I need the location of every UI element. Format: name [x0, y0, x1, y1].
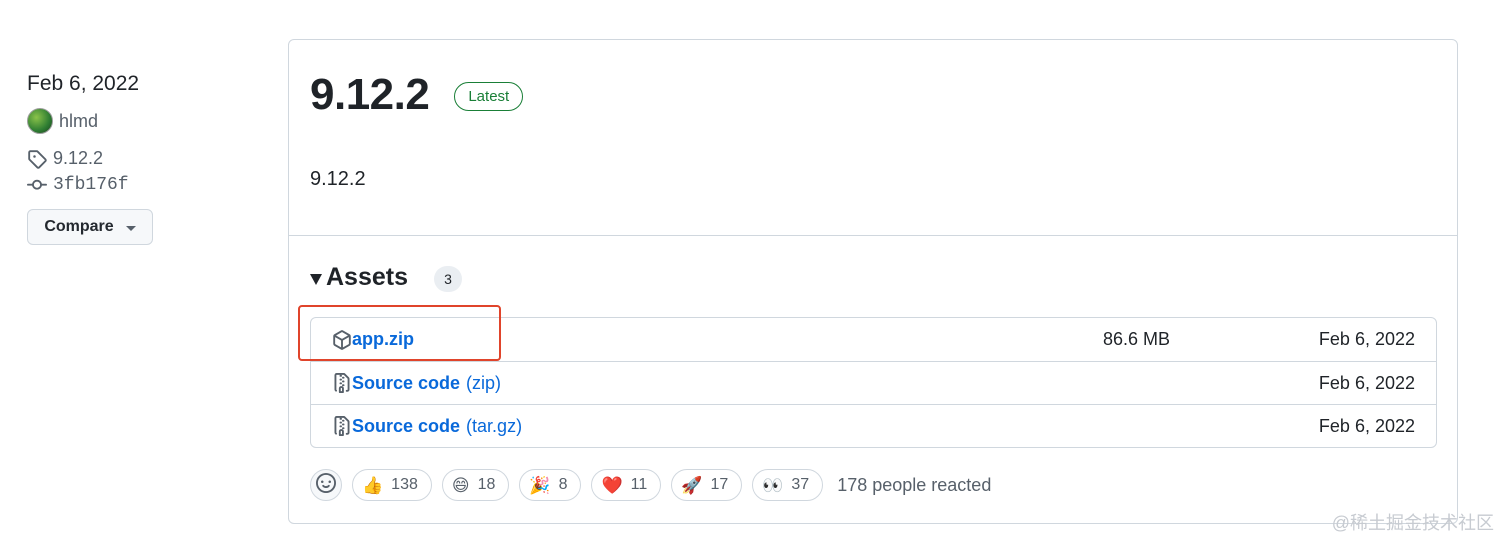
asset-row[interactable]: Source code (zip) Feb 6, 2022 [311, 361, 1436, 404]
asset-name[interactable]: Source code (zip) [332, 373, 501, 394]
tag-row[interactable]: 9.12.2 [27, 148, 257, 169]
reaction-rocket[interactable]: 🚀 17 [671, 469, 743, 501]
assets-list: app.zip 86.6 MB Feb 6, 2022 Source code … [310, 317, 1437, 448]
latest-badge: Latest [454, 82, 524, 111]
commit-row[interactable]: 3fb176f [27, 175, 257, 195]
release-title[interactable]: 9.12.2 [310, 70, 430, 120]
assets-count-badge: 3 [434, 266, 462, 292]
reaction-count: 138 [391, 476, 418, 493]
watermark: @稀土掘金技术社区 [1331, 513, 1494, 533]
author-name[interactable]: hlmd [59, 111, 98, 132]
assets-title: Assets [326, 262, 408, 291]
asset-link[interactable]: app.zip [352, 329, 414, 350]
release-header: 9.12.2 Latest 9.12.2 [289, 40, 1457, 236]
reaction-thumbs-up[interactable]: 👍 138 [352, 469, 432, 501]
tag-name[interactable]: 9.12.2 [53, 148, 103, 169]
asset-date: Feb 6, 2022 [1318, 372, 1415, 393]
asset-name[interactable]: Source code (tar.gz) [332, 416, 522, 437]
reaction-heart[interactable]: ❤️ 11 [591, 469, 662, 501]
avatar[interactable] [27, 108, 53, 134]
asset-date: Feb 6, 2022 [1318, 415, 1415, 436]
asset-format[interactable]: (tar.gz) [466, 416, 522, 437]
thumbs-up-icon: 👍 [362, 475, 384, 495]
commit-sha[interactable]: 3fb176f [53, 175, 129, 195]
laugh-icon: 😄 [451, 475, 470, 495]
eyes-icon: 👀 [762, 475, 784, 495]
release-meta: Feb 6, 2022 hlmd 9.12.2 3fb176f Compare [27, 70, 257, 245]
compare-label: Compare [44, 218, 114, 235]
release-card: 9.12.2 Latest 9.12.2 Assets 3 app.zip 86… [288, 39, 1458, 524]
tag-icon [27, 149, 47, 169]
party-popper-icon: 🎉 [529, 475, 551, 495]
rocket-icon: 🚀 [681, 475, 703, 495]
assets-toggle[interactable]: Assets 3 [310, 262, 462, 292]
reaction-laugh[interactable]: 😄 18 [441, 469, 510, 501]
file-zip-icon [332, 416, 352, 436]
asset-format[interactable]: (zip) [466, 373, 501, 394]
release-date: Feb 6, 2022 [27, 72, 140, 95]
asset-date: Feb 6, 2022 [1318, 329, 1415, 349]
reaction-count: 18 [477, 476, 496, 493]
smiley-icon [316, 472, 336, 498]
asset-link[interactable]: Source code [352, 373, 460, 394]
chevron-down-icon [125, 226, 136, 231]
asset-link[interactable]: Source code [352, 416, 460, 437]
reaction-eyes[interactable]: 👀 37 [752, 469, 824, 501]
compare-button[interactable]: Compare [27, 209, 153, 245]
git-commit-icon [27, 175, 47, 195]
disclosure-triangle-icon [310, 273, 322, 285]
asset-row[interactable]: Source code (tar.gz) Feb 6, 2022 [311, 404, 1436, 447]
reaction-count: 37 [791, 476, 810, 493]
reaction-hooray[interactable]: 🎉 8 [519, 469, 582, 501]
file-zip-icon [332, 373, 352, 393]
author-row[interactable]: hlmd [27, 108, 257, 134]
reaction-count: 17 [710, 476, 729, 493]
asset-size: 86.6 MB [1103, 329, 1171, 349]
reactions-bar: 👍 138 😄 18 🎉 8 ❤️ 11 🚀 17 👀 37 178 peopl… [310, 469, 991, 501]
reaction-count: 8 [558, 476, 568, 493]
reactions-summary: 178 people reacted [837, 474, 992, 495]
package-icon [332, 329, 352, 350]
asset-name[interactable]: app.zip [332, 329, 414, 350]
asset-row[interactable]: app.zip 86.6 MB Feb 6, 2022 [311, 318, 1436, 361]
add-reaction-button[interactable] [310, 469, 342, 501]
release-notes: 9.12.2 [310, 168, 366, 190]
heart-icon: ❤️ [601, 475, 623, 495]
reaction-count: 11 [630, 476, 648, 493]
